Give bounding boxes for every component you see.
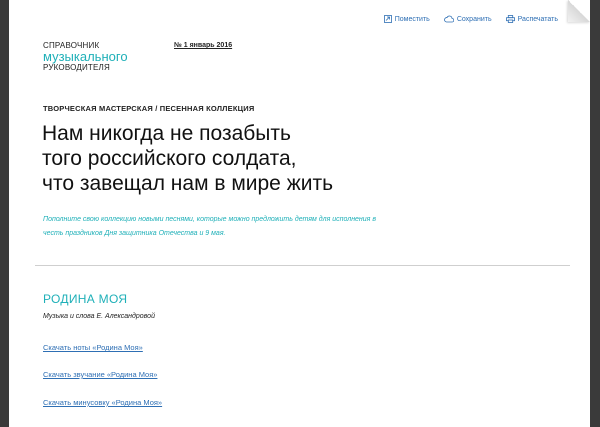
lead-line-1: Пополните свою коллекцию новыми песнями,… — [43, 216, 377, 223]
download-backing-track-link[interactable]: Скачать минусовку «Родина Моя» — [43, 398, 162, 407]
logo-line-2: музыкального — [43, 49, 128, 64]
magazine-logo[interactable]: СПРАВОЧНИК музыкального РУКОВОДИТЕЛЯ — [43, 42, 128, 72]
share-icon — [383, 15, 392, 23]
download-notes-link[interactable]: Скачать ноты «Родина Моя» — [43, 343, 143, 352]
article-category: ТВОРЧЕСКАЯ МАСТЕРСКАЯ / ПЕСЕННАЯ КОЛЛЕКЦ… — [43, 104, 255, 113]
save-label: Сохранить — [456, 15, 492, 23]
toolbar: Поместить Сохранить Распечатать — [383, 15, 558, 23]
page-sheet: Поместить Сохранить Распечатать СПРАВОЧН… — [9, 0, 590, 427]
title-line-1: Нам никогда не позабыть — [42, 122, 291, 145]
page-corner-fold — [568, 0, 590, 22]
song-title: РОДИНА МОЯ — [43, 292, 128, 306]
cloud-icon — [443, 15, 454, 23]
print-button[interactable]: Распечатать — [505, 15, 558, 23]
section-divider — [35, 265, 570, 266]
post-label: Поместить — [394, 15, 430, 23]
print-label: Распечатать — [517, 15, 558, 23]
post-button[interactable]: Поместить — [383, 15, 430, 23]
title-line-3: что завещал нам в мире жить — [42, 172, 334, 195]
save-button[interactable]: Сохранить — [443, 15, 492, 23]
article-title: Нам никогда не позабыть того российского… — [42, 121, 462, 196]
issue-link[interactable]: № 1 январь 2016 — [174, 42, 232, 49]
article-lead: Пополните свою коллекцию новыми песнями,… — [43, 213, 443, 241]
lead-line-2: честь праздников Дня защитника Отечества… — [43, 230, 226, 237]
logo-line-3: РУКОВОДИТЕЛЯ — [43, 63, 110, 72]
download-audio-link[interactable]: Скачать звучание «Родина Моя» — [43, 370, 157, 379]
title-line-2: того российского солдата, — [42, 147, 297, 170]
printer-icon — [505, 15, 515, 23]
song-credits: Музыка и слова Е. Александровой — [43, 313, 155, 320]
